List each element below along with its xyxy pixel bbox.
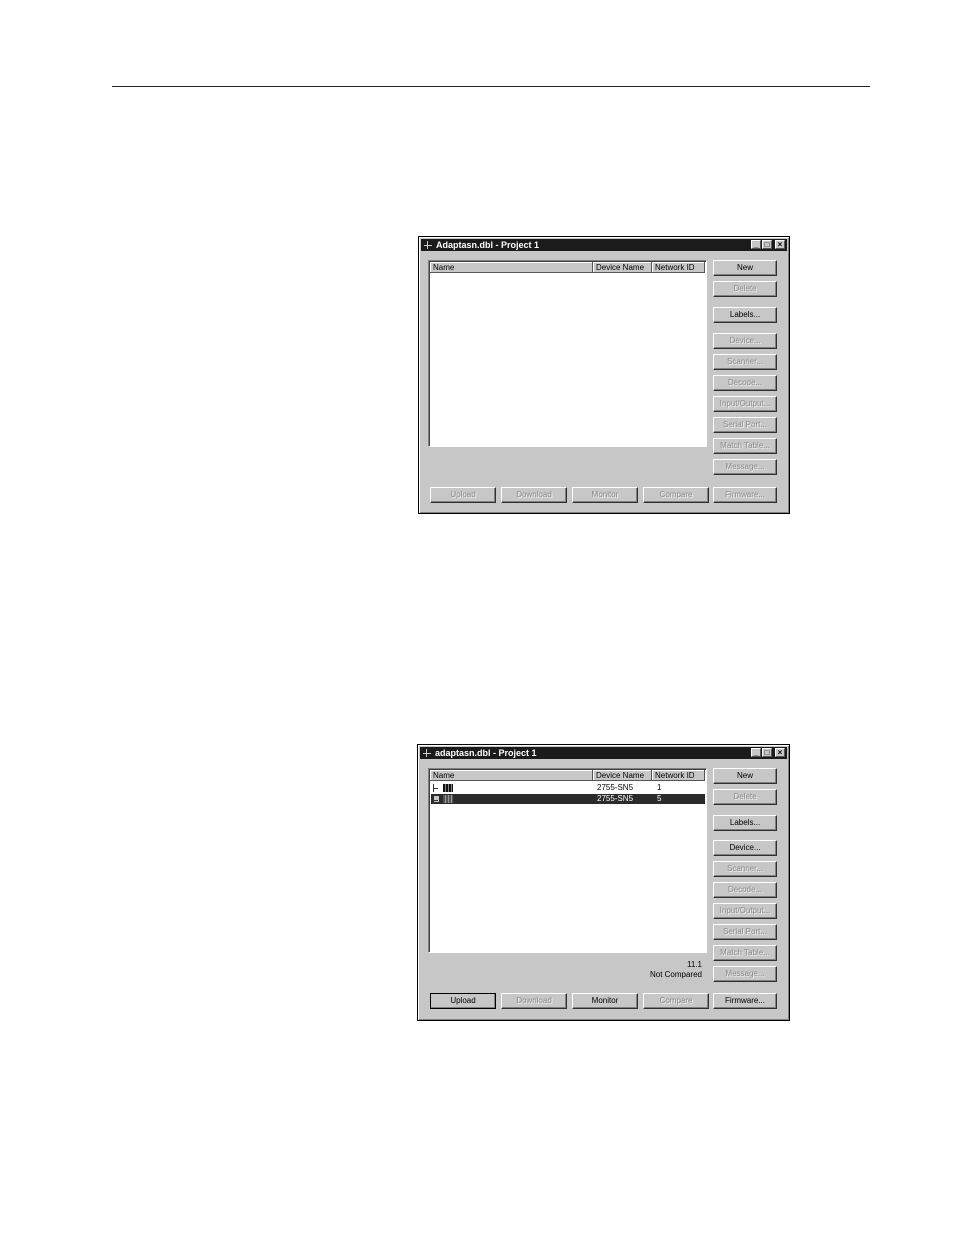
serial-port-button[interactable]: Serial Port... [713, 924, 777, 940]
maximize-icon[interactable]: □ [762, 748, 772, 757]
decode-button[interactable]: Decode... [713, 882, 777, 898]
maximize-icon[interactable]: □ [762, 240, 772, 249]
column-header-network-id[interactable]: Network ID [652, 770, 705, 781]
title-bar[interactable]: Adaptasn.dbl - Project 1 _ □ × [421, 239, 787, 251]
window-title: adaptasn.dbl - Project 1 [435, 748, 537, 758]
scanner-button[interactable]: Scanner... [713, 354, 777, 370]
compare-button[interactable]: Compare [643, 993, 709, 1009]
close-icon[interactable]: × [775, 240, 785, 249]
new-button[interactable]: New [713, 768, 777, 784]
new-button[interactable]: New [713, 260, 777, 276]
device-button[interactable]: Device... [713, 333, 777, 349]
minimize-icon[interactable]: _ [751, 240, 761, 249]
window-title: Adaptasn.dbl - Project 1 [436, 240, 540, 250]
device-list[interactable]: Name Device Name Network ID [428, 260, 707, 447]
download-button[interactable]: Download [501, 993, 567, 1009]
firmware-button[interactable]: Firmware... [713, 993, 777, 1009]
labels-button[interactable]: Labels... [713, 307, 777, 323]
column-header-name[interactable]: Name [430, 770, 593, 781]
decode-button[interactable]: Decode... [713, 375, 777, 391]
project-window-populated: adaptasn.dbl - Project 1 _ □ × Name Devi… [417, 744, 790, 1021]
cell-network-id: 5 [657, 794, 662, 803]
table-row[interactable]: 2755-SN5 1 [431, 783, 705, 793]
title-bar[interactable]: adaptasn.dbl - Project 1 _ □ × [420, 747, 787, 759]
column-header-name[interactable]: Name [430, 262, 593, 273]
cell-device-name: 2755-SN5 [597, 783, 634, 792]
tree-node-icon [433, 784, 439, 792]
monitor-button[interactable]: Monitor [572, 487, 638, 503]
device-button[interactable]: Device... [713, 840, 777, 856]
app-icon [422, 748, 432, 758]
input-output-button[interactable]: Input/Output... [713, 903, 777, 919]
message-button[interactable]: Message... [713, 459, 777, 475]
monitor-button[interactable]: Monitor [572, 993, 638, 1009]
page-top-rule [112, 86, 870, 87]
match-table-button[interactable]: Match Table... [713, 438, 777, 454]
column-header-device-name[interactable]: Device Name [593, 770, 652, 781]
column-header-network-id[interactable]: Network ID [652, 262, 705, 273]
compare-button[interactable]: Compare [643, 487, 709, 503]
status-version: 11.1 [687, 960, 702, 969]
project-window-empty: Adaptasn.dbl - Project 1 _ □ × Name Devi… [418, 236, 790, 514]
match-table-button[interactable]: Match Table... [713, 945, 777, 961]
delete-button[interactable]: Delete [713, 281, 777, 297]
upload-button[interactable]: Upload [430, 993, 496, 1009]
column-header-device-name[interactable]: Device Name [593, 262, 652, 273]
scanner-button[interactable]: Scanner... [713, 861, 777, 877]
cell-network-id: 1 [657, 783, 662, 792]
app-icon [423, 240, 433, 250]
tree-node-icon [433, 796, 439, 804]
delete-button[interactable]: Delete [713, 789, 777, 805]
input-output-button[interactable]: Input/Output... [713, 396, 777, 412]
minimize-icon[interactable]: _ [751, 748, 761, 757]
device-icon [443, 795, 453, 803]
cell-device-name: 2755-SN5 [597, 794, 634, 803]
upload-button[interactable]: Upload [430, 487, 496, 503]
close-icon[interactable]: × [775, 748, 785, 757]
table-row-selected[interactable]: 2755-SN5 5 [431, 794, 705, 804]
labels-button[interactable]: Labels... [713, 815, 777, 831]
message-button[interactable]: Message... [713, 966, 777, 982]
download-button[interactable]: Download [501, 487, 567, 503]
device-icon [443, 784, 453, 792]
device-list[interactable]: Name Device Name Network ID 2755-SN5 1 2… [428, 768, 707, 953]
firmware-button[interactable]: Firmware... [713, 487, 777, 503]
status-compare: Not Compared [649, 970, 702, 979]
serial-port-button[interactable]: Serial Port... [713, 417, 777, 433]
